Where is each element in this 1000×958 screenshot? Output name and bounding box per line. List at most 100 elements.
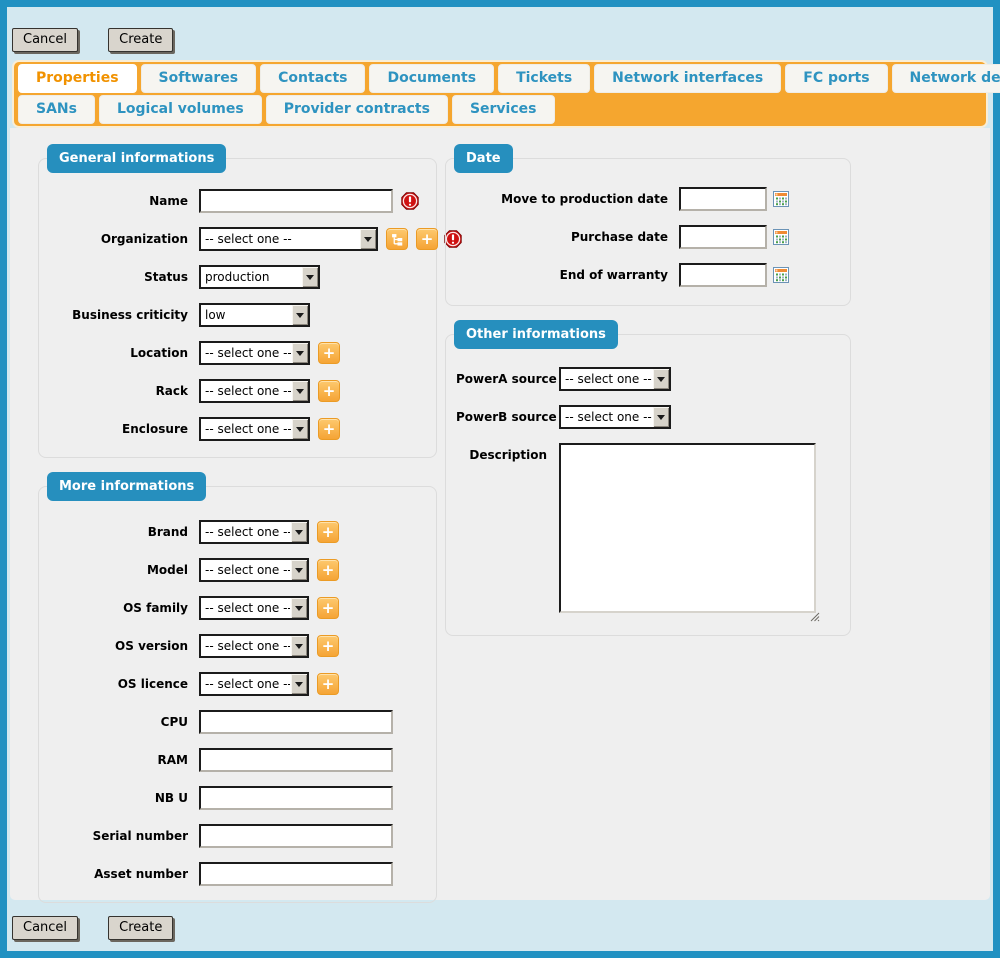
add-location-button[interactable]: + [318, 342, 340, 364]
add-enclosure-button[interactable]: + [318, 418, 340, 440]
calendar-button[interactable] [773, 267, 789, 283]
brand-select[interactable]: -- select one -- [199, 520, 309, 544]
tab-sans[interactable]: SANs [18, 95, 95, 124]
add-os-family-button[interactable]: + [317, 597, 339, 619]
form-row-model: Model -- select one -- + [49, 558, 426, 582]
tab-services[interactable]: Services [452, 95, 555, 124]
status-select[interactable]: production [199, 265, 320, 289]
name-label: Name [49, 189, 199, 213]
hierarchy-tree-button[interactable] [386, 228, 408, 250]
add-rack-button[interactable]: + [318, 380, 340, 402]
os-family-select-value: -- select one -- [201, 598, 290, 618]
add-brand-button[interactable]: + [317, 521, 339, 543]
dropdown-arrow-icon [359, 229, 376, 249]
required-warning-icon [401, 192, 419, 210]
left-column: General informations Name Organization -… [38, 158, 437, 903]
organization-label: Organization [49, 227, 199, 251]
end-of-warranty-label: End of warranty [456, 263, 679, 287]
section-title-badge: General informations [47, 144, 226, 173]
calendar-icon [773, 191, 789, 207]
brand-select-value: -- select one -- [201, 522, 290, 542]
dropdown-arrow-icon [291, 381, 308, 401]
name-input[interactable] [199, 189, 393, 213]
form-row-cpu: CPU [49, 710, 426, 734]
add-os-version-button[interactable]: + [317, 635, 339, 657]
serial-number-label: Serial number [49, 824, 199, 848]
dropdown-arrow-icon [290, 560, 307, 580]
cpu-input[interactable] [199, 710, 393, 734]
organization-select[interactable]: -- select one -- [199, 227, 378, 251]
other-informations-fieldset: Other informations PowerA source -- sele… [445, 334, 851, 636]
brand-label: Brand [49, 520, 199, 544]
section-title-badge: More informations [47, 472, 206, 501]
location-select-value: -- select one -- [201, 343, 291, 363]
tab-bar: Properties Softwares Contacts Documents … [12, 60, 988, 128]
top-toolbar: Cancel Create [7, 7, 993, 60]
create-button[interactable]: Create [108, 28, 173, 52]
dropdown-arrow-icon [652, 407, 669, 427]
tab-logical-volumes[interactable]: Logical volumes [99, 95, 262, 124]
os-family-label: OS family [49, 596, 199, 620]
dropdown-arrow-icon [290, 598, 307, 618]
location-select[interactable]: -- select one -- [199, 341, 310, 365]
cancel-button[interactable]: Cancel [12, 28, 78, 52]
model-select[interactable]: -- select one -- [199, 558, 309, 582]
form-row-powera-source: PowerA source -- select one -- [456, 367, 840, 391]
resize-grip-icon[interactable] [810, 607, 820, 626]
nb-u-input[interactable] [199, 786, 393, 810]
form-row-rack: Rack -- select one -- + [49, 379, 426, 403]
section-title-badge: Other informations [454, 320, 618, 349]
tab-contacts[interactable]: Contacts [260, 64, 365, 93]
os-licence-select[interactable]: -- select one -- [199, 672, 309, 696]
dropdown-arrow-icon [291, 305, 308, 325]
serial-number-input[interactable] [199, 824, 393, 848]
enclosure-select[interactable]: -- select one -- [199, 417, 310, 441]
form-row-business-criticity: Business criticity low [49, 303, 426, 327]
enclosure-select-value: -- select one -- [201, 419, 291, 439]
tab-provider-contracts[interactable]: Provider contracts [266, 95, 448, 124]
tab-tickets[interactable]: Tickets [498, 64, 590, 93]
move-to-production-date-input[interactable] [679, 187, 767, 211]
rack-select[interactable]: -- select one -- [199, 379, 310, 403]
powera-source-select[interactable]: -- select one -- [559, 367, 671, 391]
os-version-select[interactable]: -- select one -- [199, 634, 309, 658]
create-button[interactable]: Create [108, 916, 173, 940]
cancel-button[interactable]: Cancel [12, 916, 78, 940]
tab-network-interfaces[interactable]: Network interfaces [594, 64, 781, 93]
form-row-os-version: OS version -- select one -- + [49, 634, 426, 658]
nb-u-label: NB U [49, 786, 199, 810]
add-model-button[interactable]: + [317, 559, 339, 581]
tab-softwares[interactable]: Softwares [141, 64, 257, 93]
form-row-status: Status production [49, 265, 426, 289]
tab-row-2: SANs Logical volumes Provider contracts … [16, 94, 984, 125]
form-row-os-family: OS family -- select one -- + [49, 596, 426, 620]
add-os-licence-button[interactable]: + [317, 673, 339, 695]
tab-properties[interactable]: Properties [18, 64, 137, 93]
business-criticity-select[interactable]: low [199, 303, 310, 327]
calendar-button[interactable] [773, 229, 789, 245]
description-label: Description [456, 443, 559, 467]
tab-network-devices[interactable]: Network devices [892, 64, 1000, 93]
tab-fc-ports[interactable]: FC ports [785, 64, 887, 93]
purchase-date-input[interactable] [679, 225, 767, 249]
asset-number-input[interactable] [199, 862, 393, 886]
form-row-powerb-source: PowerB source -- select one -- [456, 405, 840, 429]
form-row-brand: Brand -- select one -- + [49, 520, 426, 544]
add-organization-button[interactable]: + [416, 228, 438, 250]
end-of-warranty-input[interactable] [679, 263, 767, 287]
powera-source-label: PowerA source [456, 367, 559, 391]
ram-label: RAM [49, 748, 199, 772]
model-label: Model [49, 558, 199, 582]
tab-documents[interactable]: Documents [369, 64, 494, 93]
ram-input[interactable] [199, 748, 393, 772]
dropdown-arrow-icon [290, 674, 307, 694]
os-family-select[interactable]: -- select one -- [199, 596, 309, 620]
dropdown-arrow-icon [652, 369, 669, 389]
move-to-production-date-label: Move to production date [456, 187, 679, 211]
form-row-asset-number: Asset number [49, 862, 426, 886]
dropdown-arrow-icon [301, 267, 318, 287]
powerb-source-select[interactable]: -- select one -- [559, 405, 671, 429]
form-row-move-to-production-date: Move to production date [456, 187, 840, 211]
description-textarea[interactable] [559, 443, 816, 613]
calendar-button[interactable] [773, 191, 789, 207]
